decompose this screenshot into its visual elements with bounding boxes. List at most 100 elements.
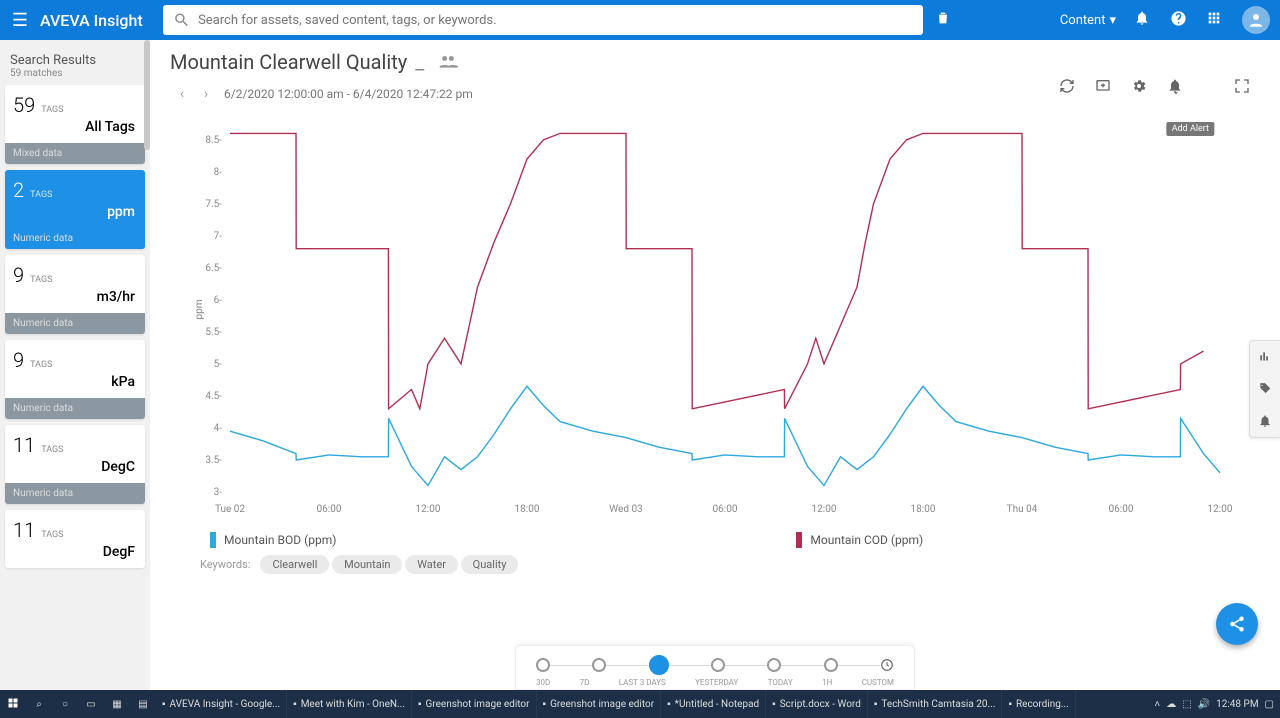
search-box[interactable] xyxy=(163,5,923,35)
svg-text:12:00: 12:00 xyxy=(812,504,837,515)
time-option[interactable] xyxy=(592,658,606,672)
help-icon[interactable] xyxy=(1160,10,1196,31)
svg-text:06:00: 06:00 xyxy=(713,504,738,515)
search-icon xyxy=(173,11,190,29)
search-taskbar-icon[interactable]: ⌕ xyxy=(26,699,52,710)
cortana-icon[interactable]: ○ xyxy=(52,699,78,710)
tag-card[interactable]: 11TAGS DegF xyxy=(5,510,145,568)
start-icon[interactable] xyxy=(0,697,26,712)
alert-panel-icon[interactable] xyxy=(1250,405,1280,437)
svg-text:7-: 7- xyxy=(214,231,223,242)
time-option[interactable] xyxy=(536,658,550,672)
cursor: _ xyxy=(415,50,424,74)
side-panel-toggles xyxy=(1249,340,1280,438)
time-option[interactable] xyxy=(649,655,669,675)
tray-clock[interactable]: 12:48 PM xyxy=(1216,699,1258,710)
brand-title: AVEVA Insight xyxy=(40,11,163,30)
taskbar-item[interactable]: ▪Meet with Kim - OneN... xyxy=(287,690,412,718)
svg-text:18:00: 18:00 xyxy=(911,504,936,515)
tray-up-icon[interactable]: ˄ xyxy=(1154,699,1160,710)
svg-text:06:00: 06:00 xyxy=(317,504,342,515)
keyword-chip[interactable]: Mountain xyxy=(332,555,402,574)
nav-next[interactable]: › xyxy=(194,86,218,102)
chart-panel-icon[interactable] xyxy=(1250,341,1280,373)
fullscreen-icon[interactable] xyxy=(1234,78,1250,112)
add-to-dashboard-icon[interactable] xyxy=(1095,78,1111,112)
taskbar-item[interactable]: ▪Greenshot image editor xyxy=(412,690,537,718)
search-input[interactable] xyxy=(198,13,913,28)
notifications-icon[interactable] xyxy=(1124,10,1160,30)
svg-text:8-: 8- xyxy=(214,167,223,178)
settings-icon[interactable] xyxy=(1131,78,1147,112)
taskbar-item[interactable]: ▪Script.docx - Word xyxy=(766,690,868,718)
svg-text:5-: 5- xyxy=(214,359,223,370)
legend-item-1[interactable]: Mountain BOD (ppm) xyxy=(210,532,336,548)
taskbar-item[interactable]: ▪Recording... xyxy=(1002,690,1075,718)
legend-item-2[interactable]: Mountain COD (ppm) xyxy=(796,532,923,548)
apps-icon[interactable] xyxy=(1196,10,1232,30)
tag-card[interactable]: 11TAGS DegCNumeric data xyxy=(5,425,145,504)
time-option[interactable] xyxy=(767,658,781,672)
tag-card[interactable]: 59TAGS All TagsMixed data xyxy=(5,85,145,164)
svg-text:6-: 6- xyxy=(214,295,223,306)
taskbar: ⌕ ○ ▭ ▦ ▤ ▪AVEVA Insight - Google...▪Mee… xyxy=(0,690,1280,718)
svg-text:4.5-: 4.5- xyxy=(205,391,222,402)
time-option[interactable] xyxy=(824,658,838,672)
taskview-icon[interactable]: ▭ xyxy=(78,699,104,710)
time-option[interactable] xyxy=(880,658,894,672)
keywords-row: Keywords: Clearwell Mountain Water Quali… xyxy=(200,558,1250,571)
tag-card[interactable]: 2TAGS ppmNumeric data xyxy=(5,170,145,249)
add-alert-icon[interactable]: Add Alert xyxy=(1167,78,1214,112)
tag-panel-icon[interactable] xyxy=(1250,373,1280,405)
tray-cloud-icon[interactable]: ☁ xyxy=(1166,699,1176,710)
svg-text:5.5-: 5.5- xyxy=(205,327,222,338)
taskbar-item[interactable]: ▪TechSmith Camtasia 20... xyxy=(868,690,1003,718)
time-selector[interactable]: 30D7DLAST 3 DAYSYESTERDAYTODAY1HCUSTOM xyxy=(515,645,915,690)
keyword-chip[interactable]: Clearwell xyxy=(260,555,329,574)
svg-text:3-: 3- xyxy=(214,487,223,498)
tray-net-icon[interactable]: ⬚ xyxy=(1182,699,1191,710)
svg-text:7.5-: 7.5- xyxy=(205,199,222,210)
legend: Mountain BOD (ppm) Mountain COD (ppm) xyxy=(200,532,1250,548)
keyword-chip[interactable]: Quality xyxy=(461,555,519,574)
refresh-icon[interactable] xyxy=(1059,78,1075,112)
share-people-icon[interactable] xyxy=(438,53,458,72)
svg-text:Tue 02: Tue 02 xyxy=(215,504,245,515)
chart[interactable]: 3- 3.5- 4- 4.5- 5- 5.5- 6- 6.5- 7- 7.5- 8- 8.5- ppm T… xyxy=(170,122,1250,522)
svg-text:18:00: 18:00 xyxy=(515,504,540,515)
taskbar-item[interactable]: ▪Greenshot image editor xyxy=(537,690,662,718)
taskbar-item[interactable]: ▪*Untitled - Notepad xyxy=(661,690,766,718)
svg-text:6.5-: 6.5- xyxy=(205,263,222,274)
menu-icon[interactable]: ☰ xyxy=(0,10,40,31)
app-header: ☰ AVEVA Insight Content ▾ xyxy=(0,0,1280,40)
share-fab[interactable] xyxy=(1216,603,1258,645)
svg-text:4-: 4- xyxy=(214,423,223,434)
svg-text:06:00: 06:00 xyxy=(1109,504,1134,515)
svg-text:3.5-: 3.5- xyxy=(205,455,222,466)
page-title: Mountain Clearwell Quality xyxy=(170,50,407,74)
tb-app2[interactable]: ▤ xyxy=(130,699,156,710)
svg-text:12:00: 12:00 xyxy=(416,504,441,515)
tag-card[interactable]: 9TAGS kPaNumeric data xyxy=(5,340,145,419)
nav-prev[interactable]: ‹ xyxy=(170,86,194,102)
avatar[interactable] xyxy=(1242,6,1270,34)
sidebar-matches: 59 matches xyxy=(5,68,145,85)
svg-text:8.5-: 8.5- xyxy=(205,135,222,146)
chevron-down-icon: ▾ xyxy=(1109,13,1116,28)
sidebar-title: Search Results xyxy=(5,48,145,68)
main-content: Mountain Clearwell Quality _ ‹ › 6/2/202… xyxy=(150,40,1280,690)
tray-vol-icon[interactable]: 🔊 xyxy=(1198,699,1210,710)
sidebar: Search Results 59 matches 59TAGS All Tag… xyxy=(0,40,150,690)
tray-notif-icon[interactable]: ▢ xyxy=(1265,699,1274,710)
date-range: 6/2/2020 12:00:00 am - 6/4/2020 12:47:22… xyxy=(224,87,473,101)
svg-text:Wed 03: Wed 03 xyxy=(609,504,642,515)
tb-app1[interactable]: ▦ xyxy=(104,699,130,710)
svg-text:ppm: ppm xyxy=(194,299,205,319)
taskbar-item[interactable]: ▪AVEVA Insight - Google... xyxy=(156,690,287,718)
content-dropdown[interactable]: Content ▾ xyxy=(1052,13,1124,28)
delete-icon[interactable] xyxy=(923,10,963,30)
keyword-chip[interactable]: Water xyxy=(405,555,458,574)
svg-text:12:00: 12:00 xyxy=(1208,504,1233,515)
time-option[interactable] xyxy=(711,658,725,672)
tag-card[interactable]: 9TAGS m3/hrNumeric data xyxy=(5,255,145,334)
